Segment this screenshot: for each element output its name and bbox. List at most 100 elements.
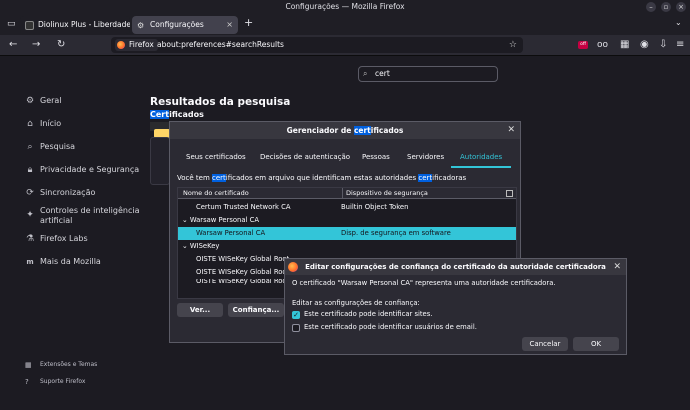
cert-name: Warsaw Personal CA [196,229,266,237]
tab-pessoas[interactable]: Pessoas [362,153,390,161]
reload-icon[interactable]: ↻ [57,39,65,51]
identify-email-label[interactable]: Este certificado pode identificar usuári… [304,323,477,331]
gear-icon: ⚙ [137,21,145,30]
column-picker-icon[interactable] [506,190,513,197]
cert-name: OISTE WISeKey Global Root [196,255,290,263]
tree-row[interactable]: Certum Trusted Network CA Builtin Object… [178,201,516,214]
extension-glasses-icon[interactable]: oo [597,39,608,51]
results-subheading: Certificados [150,110,204,119]
lock-icon: 🔒︎ [27,165,33,175]
window-title: Configurações — Mozilla Firefox [285,2,405,11]
trust-prompt: Editar as configurações de confiança: [292,299,420,307]
tab-groups-icon[interactable]: ▭ [7,18,16,30]
edit-trust-dialog: Editar configurações de confiança do cer… [284,258,627,355]
tree-group-row[interactable]: ⌄ Warsaw Personal CA [178,214,516,227]
active-tab-indicator [451,166,511,168]
search-value: cert [375,69,390,78]
url-text[interactable]: about:preferences#searchResults [157,39,284,51]
tab-diolinux[interactable]: Diolinux Plus - Liberdade [20,16,130,34]
chevron-down-icon: ⌄ [182,216,190,224]
identify-email-checkbox[interactable] [292,324,300,332]
minimize-button[interactable]: – [646,2,656,12]
tree-group-row[interactable]: ⌄ WISeKey [178,240,516,253]
search-icon: ⌕ [363,69,368,78]
column-header-name[interactable]: Nome do certificado [183,188,249,199]
desc-part: ificados em arquivo que identificam esta… [225,174,419,182]
title-part: Gerenciador de [286,126,354,135]
cert-device: Disp. de segurança em software [341,229,451,237]
app-menu-icon[interactable]: ≡ [676,39,684,51]
sidebar-item-label: Sincronização [40,188,96,197]
extension-badge: off [580,42,586,47]
tree-row-selected[interactable]: Warsaw Personal CA Disp. de segurança em… [178,227,516,240]
url-bar[interactable]: Firefox about:preferences#searchResults … [111,37,523,53]
firefox-logo-icon [117,41,125,49]
tab-decisoes-autenticacao[interactable]: Decisões de autenticação [260,153,350,161]
tab-configuracoes[interactable]: ⚙ Configurações × [132,16,238,34]
identify-sites-label[interactable]: Este certificado pode identificar sites. [304,310,432,318]
bookmark-star-icon[interactable]: ☆ [509,39,517,51]
results-heading: Resultados da pesquisa [150,96,291,108]
downloads-icon[interactable]: ⇩ [659,39,667,51]
group-label: ⌄ Warsaw Personal CA [182,214,259,227]
tab-label: Configurações [150,20,204,29]
group-name: Warsaw Personal CA [189,216,259,224]
puzzle-icon: ▦ [25,361,32,369]
close-tab-icon[interactable]: × [226,16,233,34]
ok-button[interactable]: OK [573,337,619,351]
group-label: ⌄ WISeKey [182,240,219,253]
preferences-search-input[interactable]: ⌕ cert [358,66,498,82]
tab-strip: ▭ Diolinux Plus - Liberdade ⚙ Configuraç… [0,14,690,35]
desc-part: Você tem [177,174,213,182]
extension-ublock-icon[interactable]: off [578,41,588,49]
cert-name: OISTE WISeKey Global Root [196,268,290,276]
dialog-title: Gerenciador de certificados [170,122,520,139]
help-icon: ? [25,378,29,386]
account-icon[interactable]: ◉ [640,39,649,51]
chevron-down-icon: ⌄ [182,242,190,250]
subheading-rest: ificados [169,110,204,119]
sidebar-item-label: Privacidade e Segurança [40,165,140,174]
search-icon: ⌕ [27,142,33,152]
sidebar-item-label: Mais da Mozilla [40,257,101,266]
gear-icon: ⚙ [25,96,35,106]
close-window-button[interactable]: × [676,2,686,12]
home-icon: ⌂ [27,119,33,129]
back-icon[interactable]: ← [9,39,17,51]
group-name: WISeKey [189,242,220,250]
column-header-device[interactable]: Dispositivo de segurança [342,188,428,199]
tab-autoridades[interactable]: Autoridades [460,153,502,161]
obscured-buttons [150,137,170,185]
list-all-tabs-icon[interactable]: ⌄ [675,17,682,29]
close-icon[interactable]: ✕ [613,262,621,272]
sidebar-item-label: Início [40,119,62,128]
flask-icon: ⚗ [25,234,35,244]
identity-label: Firefox [129,40,154,49]
tab-seus-certificados[interactable]: Seus certificados [186,153,246,161]
cert-device: Builtin Object Token [341,203,409,211]
identify-sites-checkbox[interactable]: ✓ [292,311,300,319]
forward-icon[interactable]: → [32,39,40,51]
cert-name: Certum Trusted Network CA [196,203,291,211]
cert-name: OISTE WISeKey Global Root [196,279,290,285]
site-favicon [25,21,34,30]
search-highlight: cert [418,174,433,182]
extensions-puzzle-icon[interactable]: ▦ [620,39,629,51]
mozilla-icon: m [26,258,34,266]
sidebar-item-label: Controles de inteligência artificial [40,206,140,225]
search-highlight: cert [353,126,371,135]
sidebar-link-label: Suporte Firefox [40,378,86,385]
sidebar-item-label: Geral [40,96,62,105]
identity-box[interactable]: Firefox [115,39,158,51]
trust-message: O certificado "Warsaw Personal CA" repre… [292,279,556,287]
trust-button[interactable]: Confiança... [228,303,284,317]
cancel-button[interactable]: Cancelar [522,337,568,351]
tab-servidores[interactable]: Servidores [407,153,444,161]
firefox-logo-icon [288,262,298,272]
new-tab-button[interactable]: + [244,17,253,29]
desc-part: ificadoras [432,174,467,182]
view-button[interactable]: Ver... [177,303,223,317]
navigation-toolbar: ← → ↻ Firefox about:preferences#searchRe… [0,35,690,56]
close-icon[interactable]: ✕ [507,125,515,135]
maximize-button[interactable]: ▫ [661,2,671,12]
